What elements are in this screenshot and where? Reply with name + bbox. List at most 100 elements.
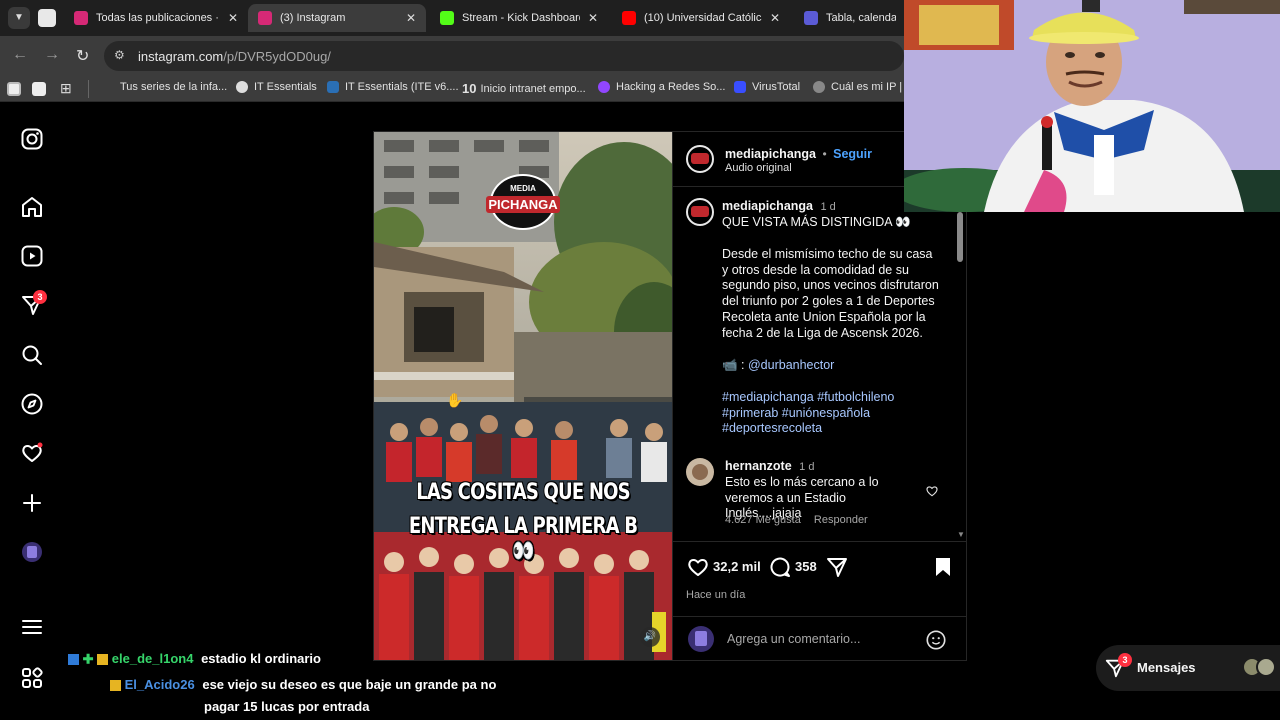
chat-badge-icon <box>68 654 79 666</box>
follow-button[interactable]: Seguir <box>833 147 872 161</box>
chat-username[interactable]: ele_de_l1on4 <box>112 651 194 666</box>
streamer-webcam <box>904 0 1280 212</box>
chat-message-2-continued: pagar 15 lucas por entrada <box>204 699 370 714</box>
more-menu-icon[interactable] <box>20 615 44 639</box>
forward-icon[interactable]: → <box>44 46 60 64</box>
bookmark-divider <box>88 80 89 98</box>
create-plus-icon[interactable] <box>20 491 44 515</box>
comment-likes[interactable]: 4.627 Me gusta <box>725 514 801 526</box>
search-icon[interactable] <box>20 343 44 367</box>
author-avatar[interactable] <box>686 145 714 173</box>
profile-avatar[interactable] <box>22 542 42 562</box>
credit-mention-link[interactable]: @durbanhector <box>748 358 834 372</box>
scroll-down-arrow-icon[interactable]: ▼ <box>957 530 965 539</box>
globe-icon <box>236 81 248 93</box>
messages-button[interactable]: 3 Mensajes <box>1096 645 1280 691</box>
close-tab-icon[interactable]: ✕ <box>588 11 598 25</box>
post-date: Hace un día <box>686 589 746 601</box>
notification-badge: 3 <box>33 290 47 304</box>
like-count[interactable]: 32,2 mil <box>713 559 761 574</box>
share-icon[interactable] <box>825 555 849 579</box>
sidebar-toggle-icon[interactable] <box>7 82 21 96</box>
credit-prefix: 📹 : <box>722 358 748 372</box>
url-host: instagram.com <box>138 49 224 64</box>
messages-badge: 3 <box>1118 653 1132 667</box>
instagram-sidebar: 3 <box>0 103 64 720</box>
also-from-meta-icon[interactable] <box>20 666 44 690</box>
tab-instagram[interactable]: (3) Instagram ✕ <box>248 4 426 32</box>
calendar-favicon-icon <box>804 11 818 25</box>
tab-todas-publicaciones[interactable]: Todas las publicaciones · ✕ <box>64 4 248 32</box>
url-path: /p/DVR5ydOD0ug/ <box>223 49 331 64</box>
comment-like-heart-icon[interactable] <box>925 484 939 498</box>
comment-count[interactable]: 358 <box>795 559 817 574</box>
chat-badge-icon: ✚ <box>82 651 94 667</box>
caption-time: 1 d <box>820 201 836 213</box>
caption-author-avatar[interactable] <box>686 198 714 226</box>
mouse-cursor-icon: ✋ <box>446 392 464 408</box>
current-user-avatar <box>688 626 714 652</box>
close-tab-icon[interactable]: ✕ <box>406 11 416 25</box>
media-pichanga-logo: MEDIA PICHANGA <box>486 174 560 230</box>
url-input[interactable]: ⚙ instagram.com/p/DVR5ydOD0ug/ <box>104 41 904 71</box>
chat-message-1: ✚ ele_de_l1on4 estadio kl ordinario <box>68 651 321 668</box>
tab-groups-icon[interactable] <box>32 82 46 96</box>
home-icon[interactable] <box>20 195 44 219</box>
crown-badge-icon <box>110 680 121 692</box>
comment-reply-button[interactable]: Responder <box>814 514 868 526</box>
comments-scroll-area[interactable]: mediapichanga 1 d QUE VISTA MÁS DISTINGI… <box>673 188 961 538</box>
commenter-username[interactable]: hernanzote <box>725 459 792 473</box>
caption-author-username[interactable]: mediapichanga <box>722 199 813 213</box>
tab-search-icon[interactable]: ▼ <box>8 7 30 29</box>
add-comment-input[interactable]: Agrega un comentario... <box>727 632 860 646</box>
emoji-icon[interactable] <box>925 629 947 651</box>
bookmark-series[interactable]: Tus series de la infa... <box>120 81 227 93</box>
bookmark-hacking[interactable]: Hacking a Redes So... <box>598 81 725 93</box>
chat-username[interactable]: El_Acido26 <box>125 677 195 692</box>
hashtags-link[interactable]: #mediapichanga #futbolchileno #primerab … <box>722 390 912 437</box>
reels-icon[interactable] <box>20 244 44 268</box>
youtube-favicon-icon <box>622 11 636 25</box>
close-tab-icon[interactable]: ✕ <box>770 11 780 25</box>
audio-mute-icon[interactable]: 🔊 <box>640 627 660 647</box>
video-caption-line1: LAS COSITAS QUE NOS <box>416 480 630 505</box>
like-heart-icon[interactable] <box>686 555 710 579</box>
webcam-image <box>904 0 1280 212</box>
tab-kick-dashboard[interactable]: Stream - Kick Dashboard ✕ <box>430 4 608 32</box>
kick-favicon-icon <box>440 11 454 25</box>
separator-dot: • <box>822 147 827 161</box>
back-icon[interactable]: ← <box>12 46 28 64</box>
post-video[interactable]: MEDIA PICHANGA LAS COSITAS QUE NOS ENTRE… <box>374 132 672 660</box>
comments-scrollbar[interactable] <box>957 212 963 262</box>
add-comment-bar: Agrega un comentario... <box>673 616 967 660</box>
bookmark-it-essentials[interactable]: IT Essentials <box>236 81 317 93</box>
close-tab-icon[interactable]: ✕ <box>228 11 238 25</box>
bookmark-intranet[interactable]: 10 Inicio intranet empo... <box>462 81 586 96</box>
comment-bubble-icon[interactable] <box>768 555 792 579</box>
caption-body: Desde el mismísimo techo de su casa y ot… <box>722 247 939 340</box>
audio-label[interactable]: Audio original <box>725 162 792 174</box>
bookmark-it-essentials-v6[interactable]: IT Essentials (ITE v6.... <box>327 81 459 93</box>
message-avatar <box>1256 657 1276 677</box>
bookmark-cual-es-mi-ip[interactable]: Cuál es mi IP | C <box>813 81 913 93</box>
notifications-heart-icon[interactable] <box>20 441 44 465</box>
author-username[interactable]: mediapichanga <box>725 147 816 161</box>
commenter-avatar[interactable] <box>686 458 714 486</box>
apps-grid-icon[interactable]: ⊞ <box>60 80 72 97</box>
tab-tabla-calendario[interactable]: Tabla, calendario <box>794 4 906 32</box>
post-actions: 32,2 mil 358 Hace un día <box>673 541 967 616</box>
virustotal-icon <box>734 81 746 93</box>
explore-icon[interactable] <box>20 392 44 416</box>
save-bookmark-icon[interactable] <box>931 555 955 579</box>
instagram-favicon-icon <box>258 11 272 25</box>
instagram-logo-icon[interactable] <box>20 127 44 151</box>
site-info-icon[interactable]: ⚙ <box>114 48 125 62</box>
video-caption-line2: ENTREGA LA PRIMERA B 👀 <box>408 514 638 564</box>
instagram-favicon-icon <box>74 11 88 25</box>
screen: ▼ Todas las publicaciones · ✕ (3) Instag… <box>0 0 1280 720</box>
chat-message-2: El_Acido26 ese viejo su deseo es que baj… <box>110 677 496 692</box>
tab-youtube[interactable]: (10) Universidad Católica ✕ <box>612 4 790 32</box>
bookmark-virustotal[interactable]: VirusTotal <box>734 81 800 93</box>
pinned-tab[interactable] <box>38 9 56 27</box>
reload-icon[interactable]: ↻ <box>76 46 89 66</box>
